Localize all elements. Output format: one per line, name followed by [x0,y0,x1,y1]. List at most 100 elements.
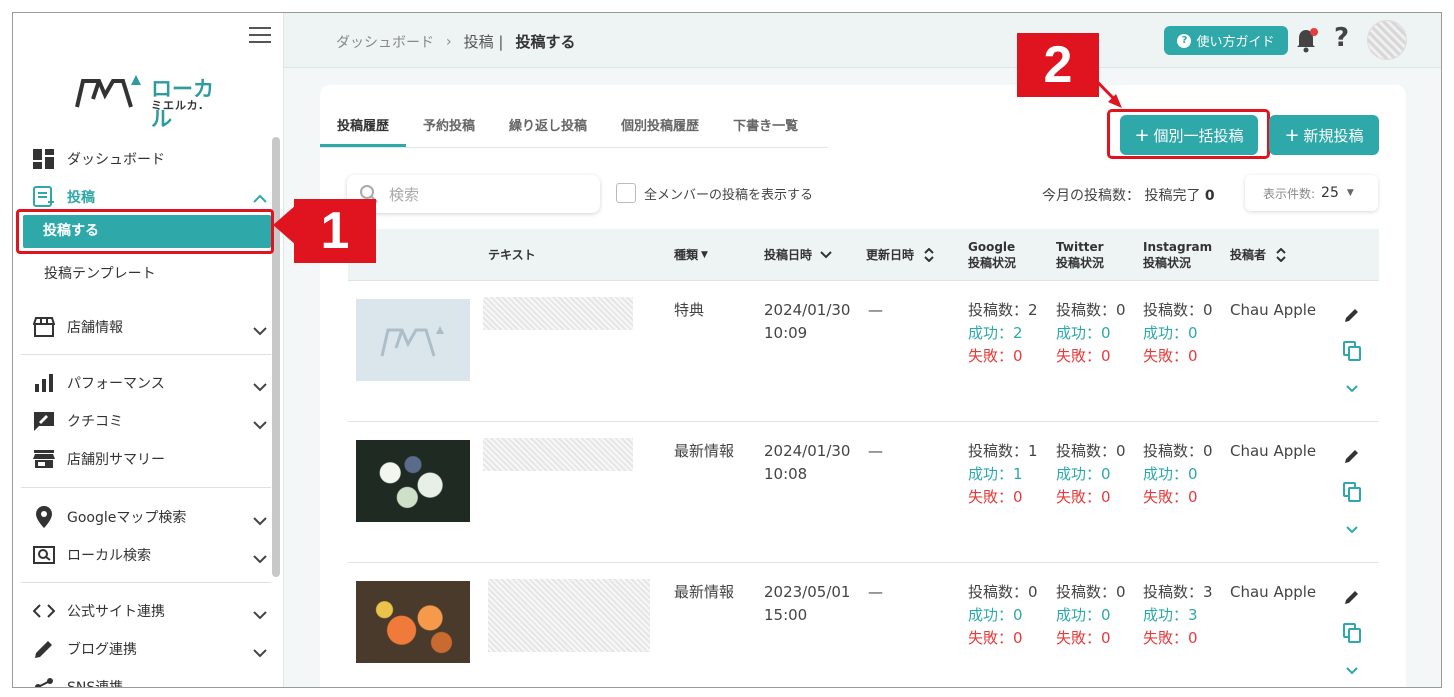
table-row[interactable]: 最新情報 2023/05/01 15:00 — 投稿数：0 成功：0 失敗：0 … [348,563,1379,687]
google-success: 成功：2 [968,324,1023,342]
google-failure: 失敗：0 [968,629,1023,647]
sidebar-item-post-template[interactable]: 投稿テンプレート [44,263,156,283]
edit-icon[interactable] [1342,307,1362,327]
help-circle-icon: ? [1177,33,1192,48]
sidebar-item-blog[interactable]: ブログ連携 [33,637,137,661]
instagram-success: 成功：3 [1143,606,1198,624]
edit-icon[interactable] [1342,589,1362,609]
copy-icon[interactable] [1342,341,1362,365]
chevron-down-icon[interactable] [253,647,267,661]
col-instagram: Instagram 投稿状況 [1143,240,1213,270]
tab-bar: 投稿履歴 予約投稿 繰り返し投稿 個別投稿履歴 下書き一覧 [320,115,828,148]
sidebar-item-local-search[interactable]: ローカル検索 [33,543,151,567]
expand-chevron-icon[interactable] [1342,661,1362,679]
menu-icon[interactable] [249,27,271,43]
breadcrumb-post[interactable]: 投稿 | [464,31,504,52]
col-updated[interactable]: 更新日時 [866,229,934,281]
breadcrumb-dashboard[interactable]: ダッシュボード [336,32,434,52]
chevron-down-icon[interactable] [253,515,267,529]
per-page-label: 表示件数: [1263,186,1316,201]
chevron-down-icon[interactable] [253,381,267,395]
sort-icon [1276,248,1286,262]
twitter-failure: 失敗：0 [1056,488,1111,506]
table-row[interactable]: 特典 2024/01/30 10:09 — 投稿数：2 成功：2 失敗：0 投稿… [348,281,1379,422]
sidebar-item-post[interactable]: 投稿 [33,185,95,209]
help-icon[interactable]: ? [1334,23,1349,53]
expand-chevron-icon[interactable] [1342,520,1362,538]
post-time: 10:09 [764,324,808,342]
google-status: 投稿数：2 成功：2 失敗：0 [968,299,1038,368]
sidebar-item-label: クチコミ [67,414,123,430]
guide-button[interactable]: ? 使い方ガイド [1164,26,1288,55]
post-thumbnail [356,581,470,663]
twitter-failure: 失敗：0 [1056,629,1111,647]
checkbox-box[interactable] [616,183,636,203]
edit-icon[interactable] [1342,448,1362,468]
storefront-icon [33,448,55,470]
chevron-down-icon[interactable] [253,609,267,623]
sidebar-item-dashboard[interactable]: ダッシュボード [33,147,165,171]
tab-recurring[interactable]: 繰り返し投稿 [492,115,604,147]
sidebar-scrollbar[interactable] [272,137,280,577]
post-history-card: 投稿履歴 予約投稿 繰り返し投稿 個別投稿履歴 下書き一覧 + 個別一括投稿 +… [320,85,1406,687]
updated-at: — [868,442,883,460]
tab-post-history[interactable]: 投稿履歴 [320,115,407,147]
callout-1: 1 [294,199,376,263]
sidebar-item-label: ブログ連携 [67,642,137,658]
copy-icon[interactable] [1342,623,1362,647]
instagram-status: 投稿数：0 成功：0 失敗：0 [1143,299,1213,368]
bell-icon[interactable] [1295,27,1319,53]
callout-2: 2 [1017,33,1099,97]
sidebar-item-official-site[interactable]: 公式サイト連携 [33,599,165,623]
chevron-down-icon[interactable] [253,553,267,567]
instagram-success: 成功：0 [1143,465,1198,483]
twitter-status: 投稿数：0 成功：0 失敗：0 [1056,581,1126,650]
show-all-members-checkbox[interactable]: 全メンバーの投稿を表示する [616,183,813,203]
tab-scheduled[interactable]: 予約投稿 [406,115,492,147]
expand-chevron-icon[interactable] [1342,379,1362,397]
copy-icon[interactable] [1342,482,1362,506]
sidebar-item-label: ダッシュボード [67,152,165,168]
chevron-down-icon[interactable] [253,325,267,339]
twitter-success: 成功：0 [1056,606,1111,624]
sidebar-item-google-map-search[interactable]: Googleマップ検索 [33,505,186,529]
updated-at: — [868,583,883,601]
tab-individual-history[interactable]: 個別投稿履歴 [604,115,716,147]
instagram-count: 投稿数：0 [1143,301,1213,319]
table-row[interactable]: 最新情報 2024/01/30 10:08 — 投稿数：1 成功：1 失敗：0 … [348,422,1379,563]
highlight-box-1 [16,209,274,254]
new-post-button[interactable]: + 新規投稿 [1269,115,1379,155]
post-time: 10:08 [764,465,808,483]
post-author: Chau Apple [1230,442,1317,460]
store-icon [33,316,55,338]
sidebar-item-store-summary[interactable]: 店舗別サマリー [33,447,165,471]
post-thumbnail [356,299,470,381]
sidebar-item-label: Googleマップ検索 [67,510,187,526]
instagram-count: 投稿数：0 [1143,442,1213,460]
sidebar-item-label: 公式サイト連携 [67,604,165,620]
col-type[interactable]: 種類 ▼ [674,229,708,281]
sidebar-item-label: 店舗情報 [67,320,123,336]
month-count-label: 今月の投稿数： 投稿完了 [1042,188,1201,204]
post-time: 15:00 [764,606,808,624]
col-author[interactable]: 投稿者 [1230,229,1286,281]
highlight-box-2 [1107,109,1270,159]
chevron-down-icon[interactable] [253,419,267,433]
post-datetime: 2024/01/30 10:08 [764,440,850,486]
sort-down-icon [820,251,832,259]
post-text-preview [488,579,650,652]
sidebar-item-sns[interactable]: SNS連携 [33,675,123,687]
sidebar-item-store-info[interactable]: 店舗情報 [33,315,123,339]
app-window: ローカル ミエルカ. ダッシュボード 投稿 投稿する 投稿テンプレート 店舗情報… [12,12,1442,688]
per-page-select[interactable]: 表示件数: 25 ▼ [1245,175,1378,211]
search-input[interactable]: 検索 [347,175,600,213]
sidebar-item-reviews[interactable]: クチコミ [33,409,123,433]
breadcrumb-separator-icon: › [446,33,452,50]
sidebar: ローカル ミエルカ. ダッシュボード 投稿 投稿する 投稿テンプレート 店舗情報… [13,13,284,687]
sidebar-item-performance[interactable]: パフォーマンス [33,371,165,395]
chevron-up-icon[interactable] [253,193,267,207]
caret-down-icon: ▼ [701,250,708,260]
tab-drafts[interactable]: 下書き一覧 [716,115,815,147]
col-posted[interactable]: 投稿日時 [764,229,832,281]
avatar[interactable] [1367,20,1407,60]
